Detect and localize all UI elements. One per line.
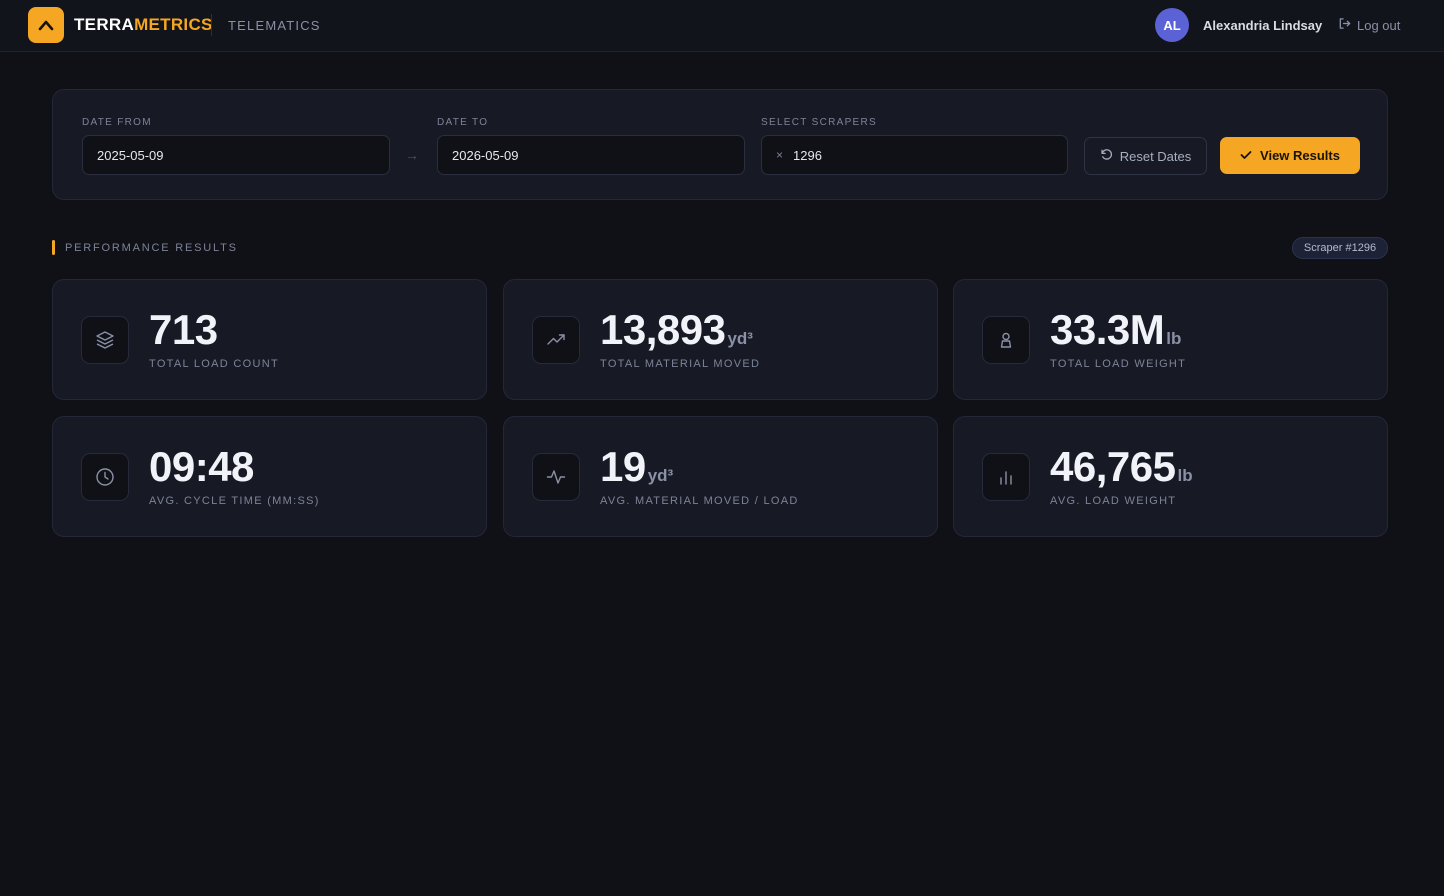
logout-button[interactable]: Log out <box>1338 17 1400 33</box>
date-from-label: DATE FROM <box>82 117 152 128</box>
metric-card-avg-cycle-time: 09:48 AVG. CYCLE TIME (MM:SS) <box>52 416 487 537</box>
metric-number: 33.3M <box>1050 306 1165 353</box>
filter-panel: DATE FROM 2025-05-09 → DATE TO 2026-05-0… <box>52 89 1388 200</box>
metric-card-avg-load-weight: 46,765 lb AVG. LOAD WEIGHT <box>953 416 1388 537</box>
brand-name: TERRAMETRICS <box>74 15 213 35</box>
metric-number: 09:48 <box>149 443 254 490</box>
section-accent-bar <box>52 240 55 255</box>
metric-unit: yd³ <box>647 466 674 485</box>
logo-icon[interactable] <box>28 7 64 43</box>
date-to-value: 2026-05-09 <box>452 147 519 163</box>
select-scrapers-label: SELECT SCRAPERS <box>761 117 878 128</box>
remove-tag-icon[interactable]: × <box>776 148 783 162</box>
check-icon <box>1240 148 1252 163</box>
scraper-badge: Scraper #1296 <box>1292 237 1388 259</box>
layers-icon <box>81 316 129 364</box>
user-avatar[interactable]: AL <box>1155 8 1189 42</box>
metric-value: 13,893 yd³ <box>600 309 753 351</box>
view-results-label: View Results <box>1260 148 1340 163</box>
metric-value: 713 <box>149 309 220 351</box>
metric-unit: lb <box>1166 329 1182 348</box>
metric-number: 713 <box>149 306 218 353</box>
date-to-label: DATE TO <box>437 117 489 128</box>
view-results-button[interactable]: View Results <box>1220 137 1360 174</box>
user-name: Alexandria Lindsay <box>1203 18 1323 33</box>
activity-icon <box>532 453 580 501</box>
section-title: PERFORMANCE RESULTS <box>65 242 238 254</box>
metric-card-avg-material-per-load: 19 yd³ AVG. MATERIAL MOVED / LOAD <box>503 416 938 537</box>
metric-label: AVG. CYCLE TIME (MM:SS) <box>149 495 320 507</box>
logout-icon <box>1338 17 1351 33</box>
bar-chart-icon <box>982 453 1030 501</box>
metric-label: TOTAL MATERIAL MOVED <box>600 358 761 370</box>
reset-icon <box>1100 148 1113 164</box>
metric-card-total-load-count: 713 TOTAL LOAD COUNT <box>52 279 487 400</box>
metric-label: AVG. MATERIAL MOVED / LOAD <box>600 495 799 507</box>
brand-divider <box>211 14 212 36</box>
metric-unit: yd³ <box>727 329 753 348</box>
arrow-right-icon: → <box>405 147 419 163</box>
brand-name-part2: METRICS <box>134 15 213 34</box>
weight-icon <box>982 316 1030 364</box>
clock-icon <box>81 453 129 501</box>
brand-name-part1: TERRA <box>74 15 135 34</box>
select-scrapers-input[interactable]: × 1296 <box>761 135 1068 175</box>
date-from-input[interactable]: 2025-05-09 <box>82 135 390 175</box>
logout-label: Log out <box>1357 17 1401 33</box>
metric-number: 19 <box>600 443 646 490</box>
metric-number: 13,893 <box>600 306 726 353</box>
date-from-value: 2025-05-09 <box>97 147 164 163</box>
metric-label: AVG. LOAD WEIGHT <box>1050 495 1177 507</box>
metric-value: 19 yd³ <box>600 446 673 488</box>
reset-dates-label: Reset Dates <box>1119 148 1192 164</box>
date-to-input[interactable]: 2026-05-09 <box>437 135 745 175</box>
metric-value: 46,765 lb <box>1050 446 1193 488</box>
module-name: TELEMATICS <box>228 18 321 33</box>
metric-value: 33.3M lb <box>1050 309 1181 351</box>
metric-card-total-load-weight: 33.3M lb TOTAL LOAD WEIGHT <box>953 279 1388 400</box>
metric-number: 46,765 <box>1050 443 1176 490</box>
trending-up-icon <box>532 316 580 364</box>
scraper-tag: 1296 <box>793 147 822 163</box>
metric-label: TOTAL LOAD COUNT <box>149 358 279 370</box>
metric-unit: lb <box>1177 466 1193 485</box>
metric-card-total-material-moved: 13,893 yd³ TOTAL MATERIAL MOVED <box>503 279 938 400</box>
metric-value: 09:48 <box>149 446 256 488</box>
metric-label: TOTAL LOAD WEIGHT <box>1050 358 1187 370</box>
reset-dates-button[interactable]: Reset Dates <box>1084 137 1207 175</box>
top-navigation-bar: TERRAMETRICS TELEMATICS AL Alexandria Li… <box>0 0 1444 52</box>
